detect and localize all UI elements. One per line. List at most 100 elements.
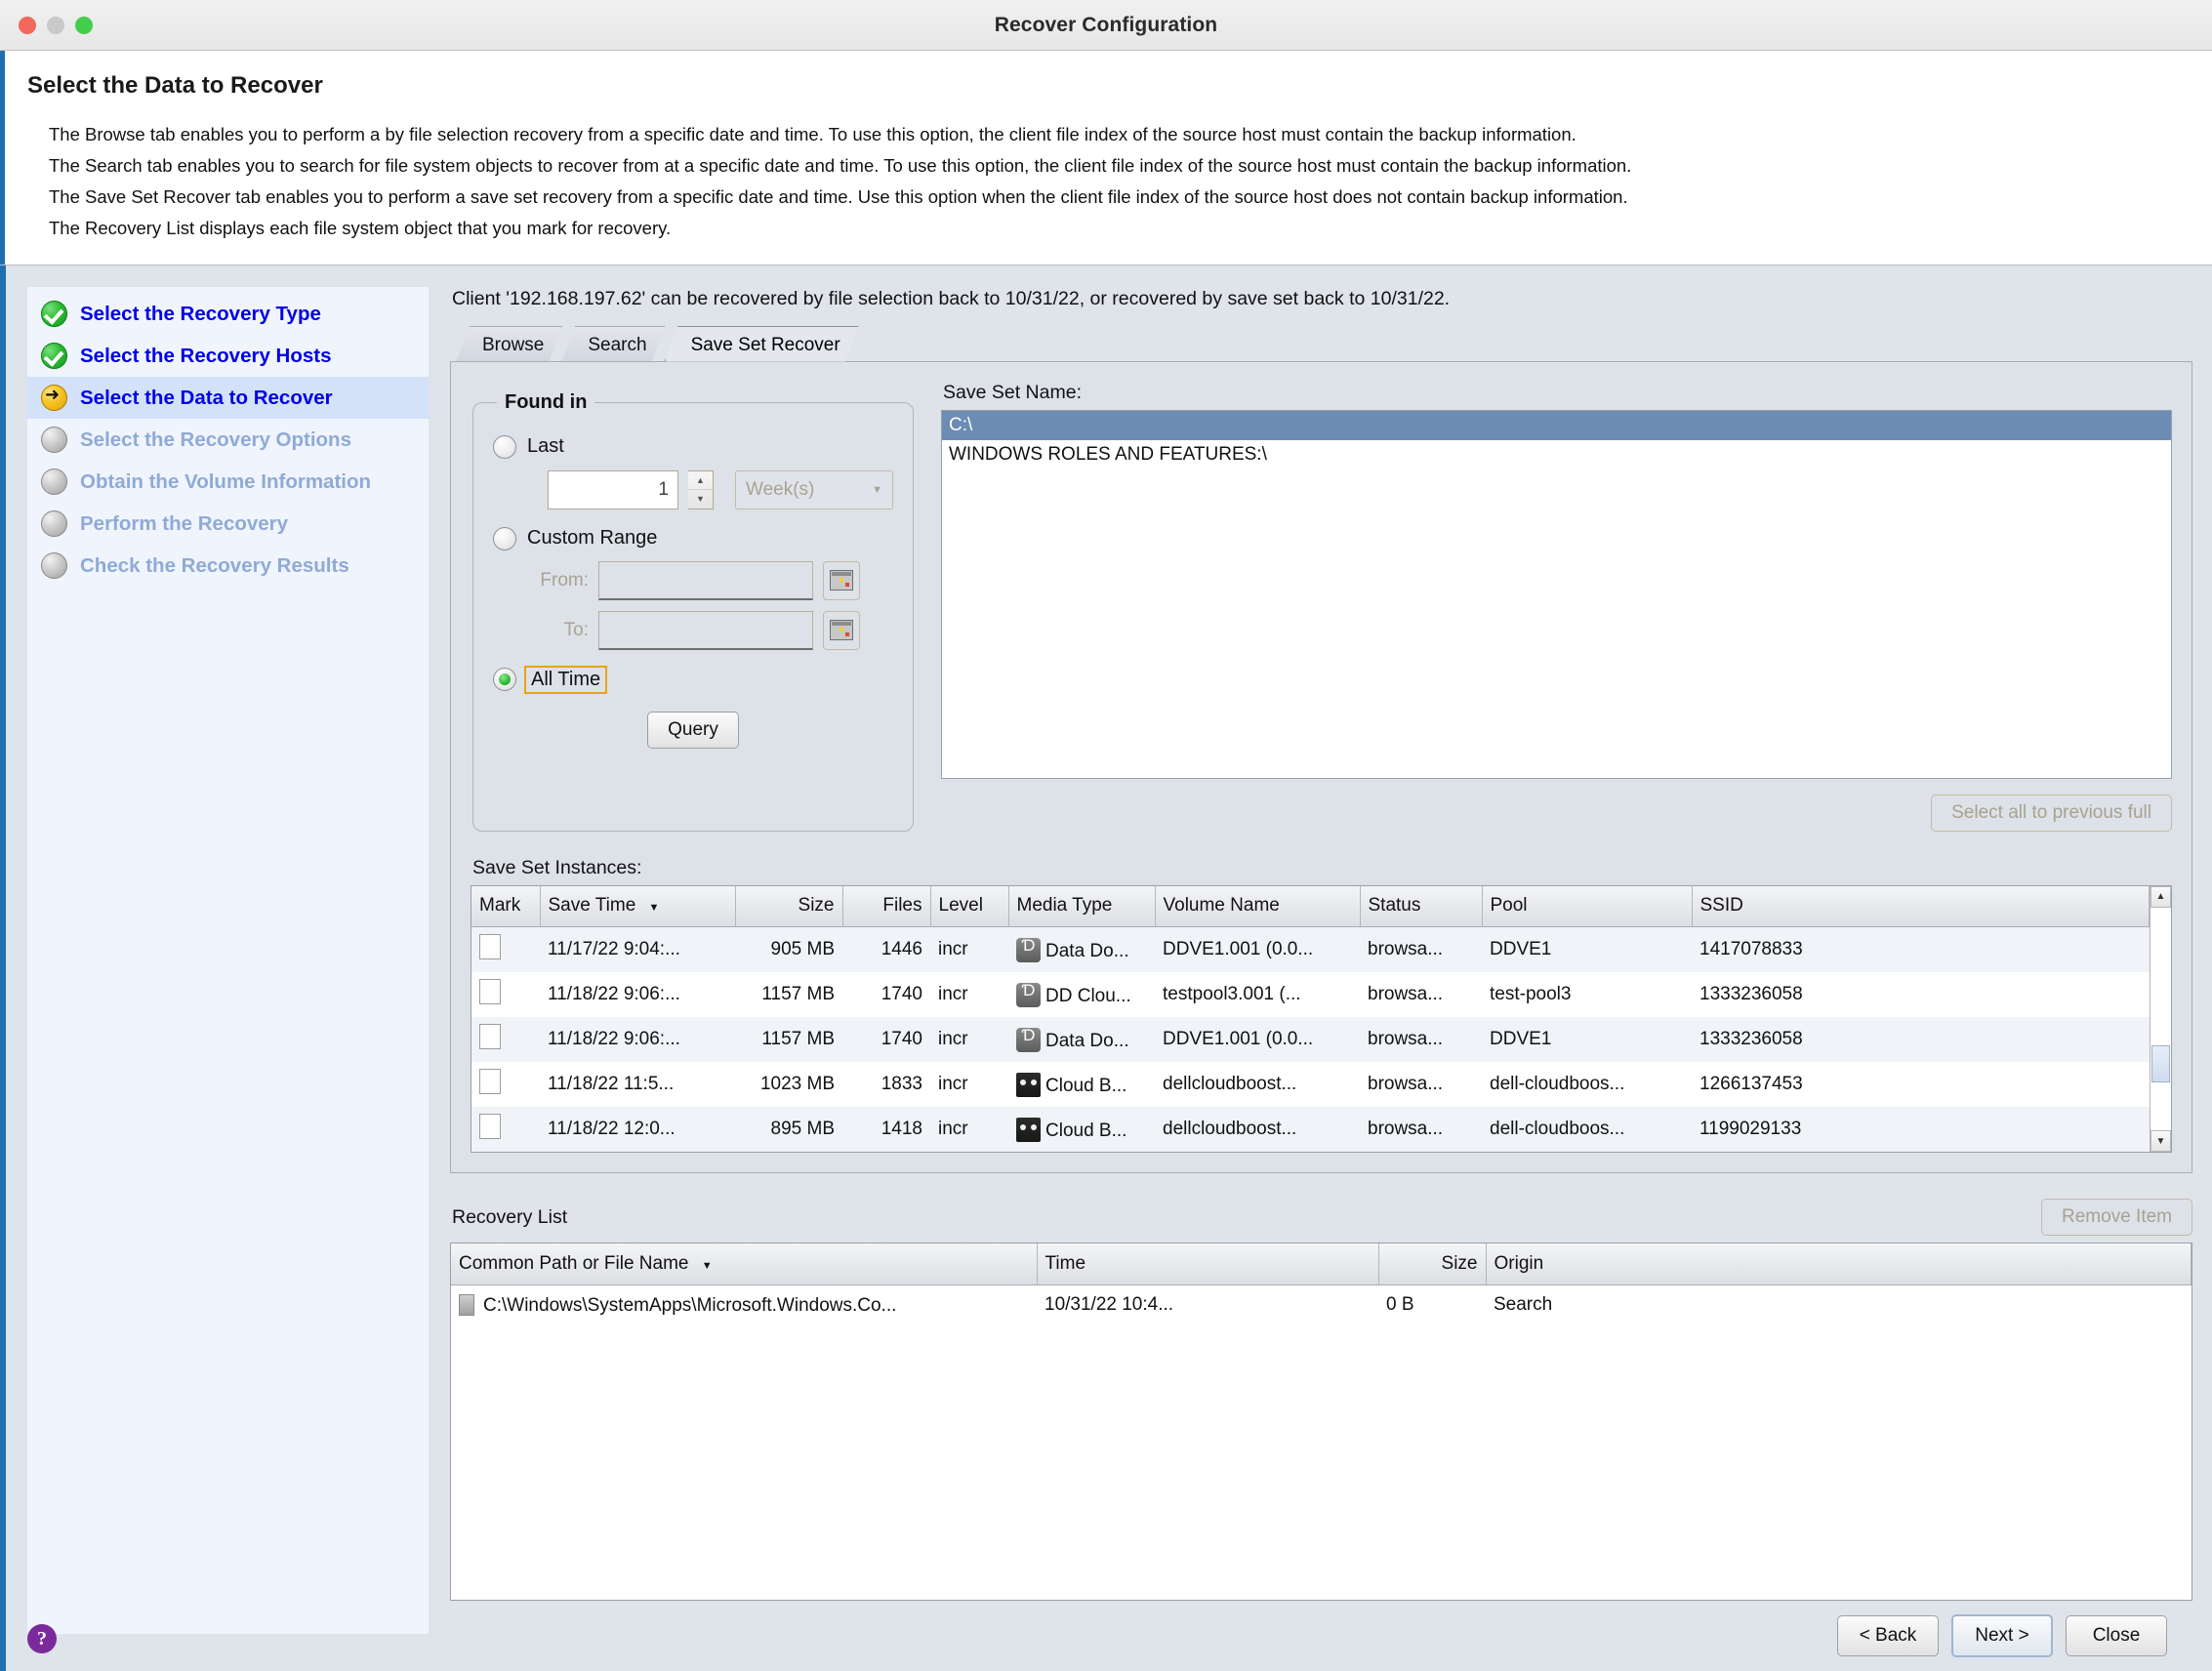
- column-header-ssid[interactable]: SSID: [1692, 885, 2150, 927]
- radio-last[interactable]: Last: [493, 434, 893, 459]
- tab-browse[interactable]: Browse: [456, 326, 562, 362]
- column-header-time[interactable]: Time: [1037, 1243, 1379, 1285]
- wizard-footer: < Back Next > Close: [450, 1601, 2192, 1671]
- select-all-to-previous-full-button[interactable]: Select all to previous full: [1931, 794, 2172, 832]
- sidebar-item-select-data-to-recover[interactable]: Select the Data to Recover: [27, 376, 429, 419]
- save-set-recover-panel: Found in Last 1 ▲ ▼ Week(s) ▼ Custom Ran…: [450, 360, 2192, 1173]
- dd-icon: [1016, 936, 1041, 962]
- tab-save-set-recover[interactable]: Save Set Recover: [665, 326, 859, 362]
- save-set-name-list[interactable]: C:\ WINDOWS ROLES AND FEATURES:\: [941, 409, 2172, 779]
- last-unit-value: Week(s): [746, 478, 815, 500]
- scrollbar-track[interactable]: [2151, 907, 2171, 1130]
- tab-search[interactable]: Search: [561, 326, 665, 362]
- table-row[interactable]: 11/18/22 11:5... 1023 MB 1833 incr Cloud…: [471, 1062, 2150, 1107]
- column-header-level[interactable]: Level: [930, 885, 1009, 927]
- tape-icon: [1016, 1117, 1041, 1142]
- column-header-files[interactable]: Files: [842, 885, 931, 927]
- sidebar-item-perform-the-recovery[interactable]: Perform the Recovery: [27, 503, 429, 545]
- stepper-up-icon[interactable]: ▲: [688, 471, 713, 490]
- row-ssid: 1417078833: [1692, 926, 2150, 972]
- column-header-mark[interactable]: Mark: [471, 885, 541, 927]
- query-button-wrap: Query: [493, 711, 893, 749]
- query-row: Found in Last 1 ▲ ▼ Week(s) ▼ Custom Ran…: [471, 378, 2172, 832]
- calendar-icon: [830, 620, 853, 640]
- last-unit-select[interactable]: Week(s) ▼: [735, 469, 893, 509]
- row-media-type: Data Do...: [1008, 1017, 1155, 1062]
- mark-checkbox[interactable]: [479, 1069, 501, 1094]
- row-mark-cell[interactable]: [471, 1017, 540, 1062]
- row-volume-name: DDVE1.001 (0.0...: [1155, 1017, 1360, 1062]
- radio-all-time-label: All Time: [524, 665, 608, 694]
- sidebar-item-label: Perform the Recovery: [80, 511, 289, 535]
- list-item[interactable]: C:\: [942, 410, 2171, 440]
- sidebar-item-check-recovery-results[interactable]: Check the Recovery Results: [27, 545, 429, 587]
- column-header-save-time[interactable]: Save Time ▼: [540, 885, 736, 927]
- last-count-input[interactable]: 1: [548, 469, 678, 509]
- help-icon[interactable]: ?: [27, 1624, 57, 1653]
- stepper-down-icon[interactable]: ▼: [688, 490, 713, 509]
- sidebar-item-select-recovery-type[interactable]: Select the Recovery Type: [27, 293, 429, 335]
- row-size: 1157 MB: [735, 972, 842, 1017]
- from-calendar-button[interactable]: [823, 560, 860, 600]
- table-row[interactable]: 11/18/22 9:06:... 1157 MB 1740 incr DD C…: [471, 972, 2150, 1017]
- sidebar-item-label: Check the Recovery Results: [80, 553, 349, 577]
- sidebar-item-label: Obtain the Volume Information: [80, 469, 372, 493]
- row-volume-name: testpool3.001 (...: [1155, 972, 1360, 1017]
- mark-checkbox[interactable]: [479, 934, 501, 959]
- to-date-input[interactable]: [598, 610, 813, 650]
- sidebar-item-select-recovery-hosts[interactable]: Select the Recovery Hosts: [27, 335, 429, 377]
- mark-checkbox[interactable]: [479, 1024, 501, 1049]
- table-row[interactable]: C:\Windows\SystemApps\Microsoft.Windows.…: [451, 1284, 2192, 1325]
- column-header-size[interactable]: Size: [735, 885, 843, 927]
- radio-all-time[interactable]: All Time: [493, 665, 893, 694]
- from-date-input[interactable]: [598, 560, 813, 600]
- scrollbar-thumb[interactable]: [2151, 1045, 2170, 1083]
- row-mark-cell[interactable]: [471, 972, 540, 1017]
- scroll-down-icon[interactable]: ▼: [2151, 1130, 2171, 1152]
- row-status: browsa...: [1360, 1107, 1482, 1152]
- mark-checkbox[interactable]: [479, 979, 501, 1004]
- row-media-type: Cloud B...: [1008, 1107, 1155, 1152]
- radio-custom-range[interactable]: Custom Range: [493, 526, 893, 550]
- query-button[interactable]: Query: [647, 711, 739, 749]
- sidebar-item-obtain-volume-information[interactable]: Obtain the Volume Information: [27, 461, 429, 503]
- row-origin: Search: [1486, 1284, 2192, 1325]
- last-count-stepper[interactable]: ▲ ▼: [688, 469, 714, 509]
- instances-vertical-scrollbar[interactable]: ▲ ▼: [2150, 885, 2171, 1152]
- row-mark-cell[interactable]: [471, 926, 540, 972]
- column-header-origin[interactable]: Origin: [1486, 1243, 2192, 1285]
- page-header: Select the Data to Recover The Browse ta…: [0, 51, 2212, 265]
- remove-item-button[interactable]: Remove Item: [2041, 1199, 2192, 1236]
- column-header-common-path[interactable]: Common Path or File Name ▼: [451, 1243, 1038, 1285]
- scroll-up-icon[interactable]: ▲: [2151, 885, 2171, 908]
- column-header-save-time-label: Save Time: [548, 895, 636, 917]
- mark-checkbox[interactable]: [479, 1114, 501, 1139]
- row-size: 1157 MB: [735, 1017, 842, 1062]
- row-size: 0 B: [1378, 1284, 1486, 1325]
- table-row[interactable]: 11/18/22 12:0... 895 MB 1418 incr Cloud …: [471, 1107, 2150, 1152]
- column-header-volume-name[interactable]: Volume Name: [1155, 885, 1361, 927]
- list-item[interactable]: WINDOWS ROLES AND FEATURES:\: [942, 440, 2171, 469]
- close-button[interactable]: Close: [2066, 1615, 2167, 1656]
- row-mark-cell[interactable]: [471, 1107, 540, 1152]
- save-set-instances-table: Mark Save Time ▼ Size Files Level Media …: [471, 885, 2150, 1152]
- dd-icon: [1016, 981, 1041, 1007]
- row-files: 1446: [842, 926, 930, 972]
- column-header-status[interactable]: Status: [1360, 885, 1483, 927]
- next-button[interactable]: Next >: [1951, 1614, 2053, 1657]
- column-header-media-type[interactable]: Media Type: [1008, 885, 1156, 927]
- row-save-time: 11/17/22 9:04:...: [540, 926, 735, 972]
- table-row[interactable]: 11/18/22 9:06:... 1157 MB 1740 incr Data…: [471, 1017, 2150, 1062]
- sidebar-item-select-recovery-options[interactable]: Select the Recovery Options: [27, 419, 429, 461]
- row-files: 1418: [842, 1107, 930, 1152]
- column-header-pool[interactable]: Pool: [1482, 885, 1693, 927]
- to-calendar-button[interactable]: [823, 610, 860, 650]
- back-button[interactable]: < Back: [1837, 1615, 1939, 1656]
- page-title: Select the Data to Recover: [27, 72, 323, 99]
- row-mark-cell[interactable]: [471, 1062, 540, 1107]
- row-level: incr: [930, 1017, 1008, 1062]
- row-save-time: 11/18/22 9:06:...: [540, 1017, 735, 1062]
- table-row[interactable]: 11/17/22 9:04:... 905 MB 1446 incr Data …: [471, 926, 2150, 972]
- pending-circle-icon: [41, 468, 67, 495]
- column-header-size[interactable]: Size: [1378, 1243, 1487, 1285]
